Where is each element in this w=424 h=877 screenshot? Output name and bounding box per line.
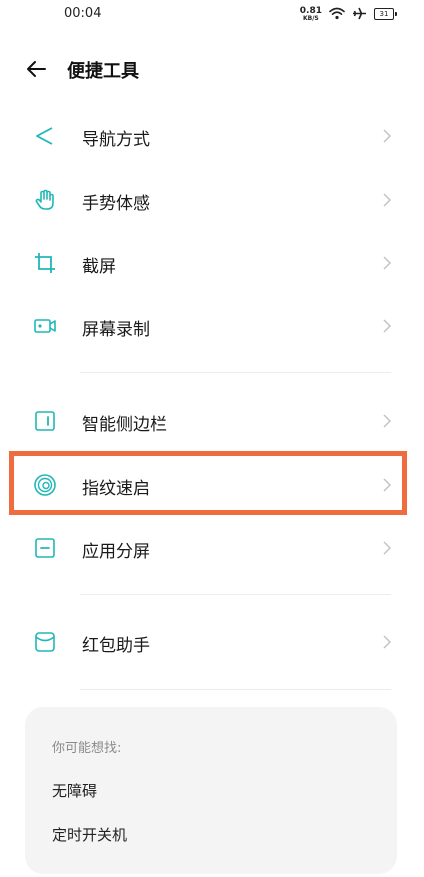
menu-item-smart-sidebar[interactable]: 智能侧边栏 <box>0 401 424 441</box>
menu-item-label: 截屏 <box>82 257 116 277</box>
suggestions-card: 你可能想找: 无障碍 定时开关机 <box>25 707 397 874</box>
chevron-right-icon <box>381 413 393 429</box>
group-divider <box>80 372 391 373</box>
suggestions-title: 你可能想找: <box>52 741 122 756</box>
chevron-right-icon <box>381 318 393 334</box>
menu-item-label: 智能侧边栏 <box>82 415 167 435</box>
menu-item-split-screen[interactable]: 应用分屏 <box>0 528 424 568</box>
menu-item-label: 红包助手 <box>82 636 150 656</box>
suggestion-scheduled-power[interactable]: 定时开关机 <box>52 824 127 845</box>
back-arrow-icon[interactable] <box>25 58 47 80</box>
page-title: 便捷工具 <box>67 61 139 82</box>
header: 便捷工具 <box>0 50 424 90</box>
red-packet-icon <box>33 630 57 654</box>
sidebar-icon <box>33 409 57 433</box>
crop-icon <box>33 251 57 275</box>
wifi-icon <box>329 5 345 24</box>
chevron-right-icon <box>381 634 393 650</box>
status-icons: 0.81 KB/S 31 <box>300 4 397 24</box>
menu-item-gesture[interactable]: 手势体感 <box>0 180 424 220</box>
hand-gesture-icon <box>33 188 57 212</box>
menu-item-label: 导航方式 <box>82 130 150 150</box>
menu-item-label: 手势体感 <box>82 194 150 214</box>
highlight-box <box>9 451 407 515</box>
chevron-right-icon <box>381 255 393 271</box>
battery-icon: 31 <box>374 8 397 20</box>
airplane-icon <box>352 5 367 24</box>
suggestion-accessibility[interactable]: 无障碍 <box>52 780 97 801</box>
screen-record-icon <box>33 314 57 338</box>
network-speed: 0.81 KB/S <box>300 6 322 22</box>
group-divider <box>80 594 391 595</box>
chevron-right-icon <box>381 192 393 208</box>
menu-item-navigation[interactable]: 导航方式 <box>0 116 424 156</box>
menu-item-label: 应用分屏 <box>82 542 150 562</box>
chevron-right-icon <box>381 128 393 144</box>
group-divider <box>80 689 391 690</box>
chevron-right-icon <box>381 540 393 556</box>
network-speed-unit: KB/S <box>303 14 319 22</box>
menu-item-label: 屏幕录制 <box>82 320 150 340</box>
menu-item-screen-record[interactable]: 屏幕录制 <box>0 306 424 346</box>
status-time: 00:04 <box>64 6 102 21</box>
menu-item-red-packet-assistant[interactable]: 红包助手 <box>0 622 424 662</box>
split-screen-icon <box>33 536 57 560</box>
status-bar: 00:04 0.81 KB/S 31 <box>0 0 424 30</box>
menu-item-screenshot[interactable]: 截屏 <box>0 243 424 283</box>
navigation-icon <box>33 124 57 148</box>
